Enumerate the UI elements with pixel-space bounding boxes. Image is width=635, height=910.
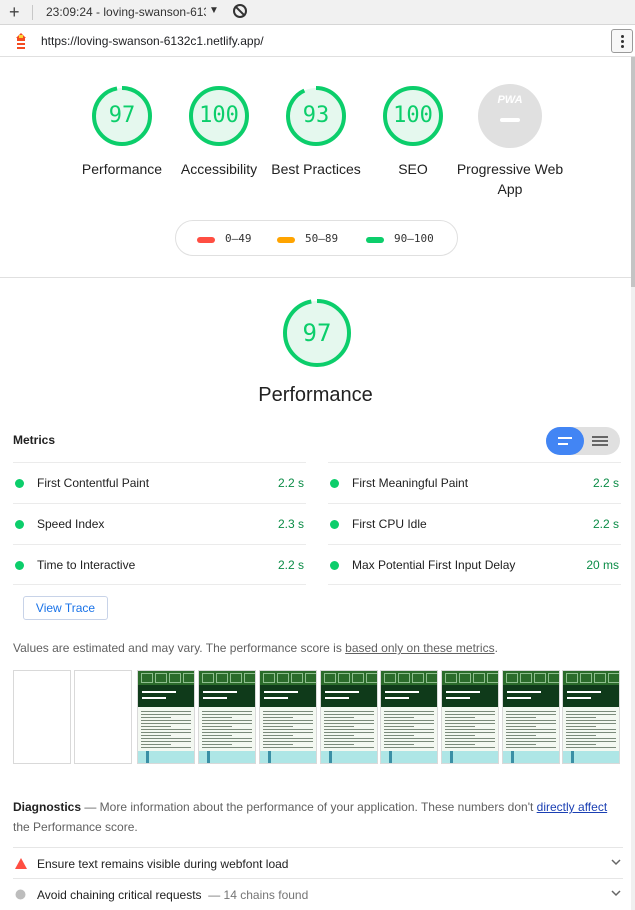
metric-first-cpu-idle: First CPU Idle 2.2 s [328, 503, 621, 544]
filmstrip-frame-blank [74, 670, 132, 764]
diagnostics-text: — More information about the performance… [81, 800, 537, 814]
filmstrip-frame [562, 670, 620, 764]
metrics-view-toggle[interactable] [546, 427, 620, 455]
diagnostics-title: Diagnostics [13, 800, 82, 814]
filmstrip-frame [198, 670, 256, 764]
diagnostics-intro: Diagnostics — More information about the… [13, 797, 613, 837]
filmstrip-frame [137, 670, 195, 764]
url-text[interactable]: https://loving-swanson-6132c1.netlify.ap… [41, 34, 264, 48]
pwa-badge-text: PWA [497, 94, 523, 106]
legend-average-swatch [277, 237, 295, 243]
score-label-seo: SEO [398, 161, 428, 177]
metric-name: First Contentful Paint [37, 476, 150, 490]
score-label-best-practices: Best Practices [271, 161, 361, 177]
metric-first-meaningful-paint: First Meaningful Paint 2.2 s [328, 462, 621, 503]
score-value: 93 [302, 103, 330, 128]
score-label-performance: Performance [81, 161, 163, 177]
pass-dot-icon [330, 479, 339, 488]
metric-first-contentful-paint: First Contentful Paint 2.2 s [13, 462, 306, 503]
block-icon[interactable] [233, 4, 247, 18]
filmstrip [13, 670, 621, 765]
pass-dot-icon [330, 520, 339, 529]
gauge-seo[interactable]: 100 [381, 84, 445, 148]
metric-value: 2.2 s [277, 558, 304, 572]
filmstrip-frame [259, 670, 317, 764]
menu-kebab-icon[interactable] [611, 29, 633, 53]
score-legend: 0–49 50–89 90–100 [175, 220, 458, 256]
metric-value: 2.2 s [592, 517, 619, 531]
audit-label: Avoid chaining critical requests — 14 ch… [37, 888, 309, 902]
gauge-performance[interactable]: 97 [90, 84, 154, 148]
estimate-end: . [494, 641, 498, 655]
legend-average-label: 50–89 [305, 232, 339, 245]
metrics-link[interactable]: based only on these metrics [345, 641, 494, 655]
lighthouse-icon [16, 33, 26, 49]
chevron-down-icon[interactable] [611, 888, 621, 898]
pass-dot-icon [15, 520, 24, 529]
chevron-down-icon[interactable] [611, 857, 621, 867]
pass-dot-icon [330, 561, 339, 570]
dropdown-arrow-icon[interactable]: ▼ [209, 5, 219, 16]
metric-speed-index: Speed Index 2.3 s [13, 503, 306, 544]
metric-value: 2.2 s [277, 476, 304, 490]
tab-divider [32, 5, 33, 20]
filmstrip-frame-blank [13, 670, 71, 764]
performance-title: Performance [258, 384, 373, 406]
metric-time-to-interactive: Time to Interactive 2.2 s [13, 544, 306, 585]
info-dot-icon [15, 889, 26, 900]
metric-name: Max Potential First Input Delay [352, 558, 516, 572]
audit-webfont-load[interactable]: Ensure text remains visible during webfo… [13, 847, 623, 878]
legend-pass-label: 90–100 [394, 232, 434, 245]
score-label-pwa: Progressive Web App [456, 161, 564, 197]
view-trace-button[interactable]: View Trace [23, 596, 108, 620]
metric-name: Speed Index [37, 517, 105, 531]
metric-value: 2.2 s [592, 476, 619, 490]
filmstrip-frame [502, 670, 560, 764]
legend-pass-swatch [366, 237, 384, 243]
scrollbar-thumb[interactable] [631, 57, 635, 287]
fail-triangle-icon [15, 858, 27, 869]
section-divider [0, 277, 631, 278]
audit-extra: 14 chains found [223, 888, 309, 902]
pass-dot-icon [15, 479, 24, 488]
legend-fail-label: 0–49 [225, 232, 252, 245]
gauge-pwa[interactable]: PWA [478, 84, 542, 148]
audit-label: Ensure text remains visible during webfo… [37, 857, 289, 871]
metric-max-potential-fid: Max Potential First Input Delay 20 ms [328, 544, 621, 585]
new-tab-icon[interactable]: + [9, 1, 20, 23]
toggle-list-icon[interactable] [546, 427, 584, 455]
address-bar: https://loving-swanson-6132c1.netlify.ap… [0, 25, 635, 57]
tab-title[interactable]: 23:09:24 - loving-swanson-6132c1 [46, 5, 206, 19]
gauge-best-practices[interactable]: 93 [284, 84, 348, 148]
gauge-performance-large: 97 [281, 297, 353, 369]
score-value: 100 [199, 103, 239, 128]
metrics-heading: Metrics [13, 433, 56, 447]
pass-dot-icon [15, 561, 24, 570]
filmstrip-frame [441, 670, 499, 764]
score-label-accessibility: Accessibility [180, 161, 258, 177]
estimate-note: Values are estimated and may vary. The p… [13, 641, 623, 655]
audit-critical-requests[interactable]: Avoid chaining critical requests — 14 ch… [13, 878, 623, 909]
filmstrip-frame [380, 670, 438, 764]
score-value: 97 [108, 103, 136, 128]
legend-fail-swatch [197, 237, 215, 243]
score-value: 100 [393, 103, 433, 128]
performance-score-value: 97 [302, 319, 332, 347]
metric-name: First Meaningful Paint [352, 476, 469, 490]
diagnostics-text-end: the Performance score. [13, 820, 138, 834]
filmstrip-frame [320, 670, 378, 764]
browser-tabbar: + 23:09:24 - loving-swanson-6132c1 ▼ [0, 0, 635, 25]
estimate-text: Values are estimated and may vary. The p… [13, 641, 346, 655]
metric-value: 20 ms [586, 558, 619, 572]
directly-affect-link[interactable]: directly affect [537, 800, 607, 814]
metric-value: 2.3 s [277, 517, 304, 531]
metric-name: First CPU Idle [352, 517, 427, 531]
gauge-accessibility[interactable]: 100 [187, 84, 251, 148]
metric-name: Time to Interactive [37, 558, 136, 572]
